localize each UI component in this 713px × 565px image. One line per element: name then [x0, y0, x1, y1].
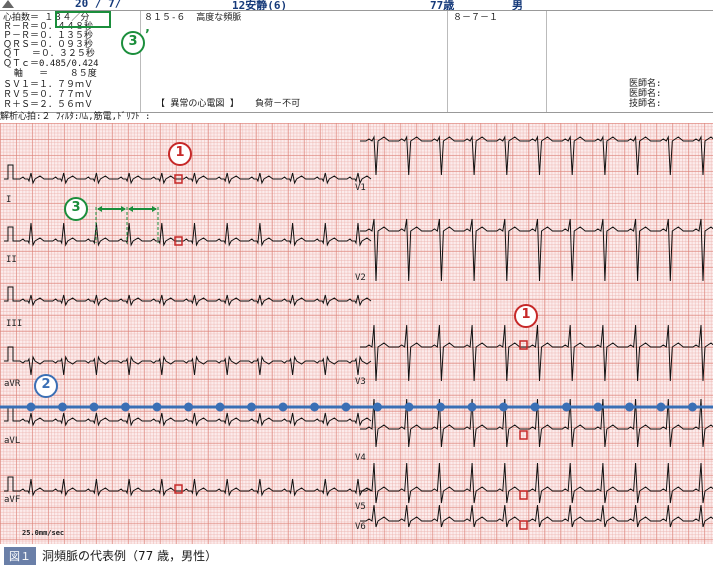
rhythm-guide-dot	[436, 402, 445, 412]
ecg-lead-III	[16, 294, 372, 307]
p-wave-marker	[519, 340, 528, 350]
ecg-lead-V6	[360, 504, 713, 528]
code-text: ８－７－１	[453, 13, 499, 23]
lead-label-V5: V5	[355, 502, 366, 512]
lead-label-III: III	[6, 319, 23, 329]
rhythm-guide-dot	[26, 402, 36, 412]
figure-caption: 図１ 洞頻脈の代表例（77 歳，男性）	[0, 545, 713, 565]
annotation-three: 3	[64, 197, 88, 221]
signature-line: 技師名:	[629, 99, 662, 109]
arrow-head	[97, 206, 102, 212]
rhythm-guide-dot	[499, 402, 508, 412]
p-wave-marker	[519, 520, 528, 530]
code-column: ８－７－１	[448, 11, 547, 112]
rhythm-guide-dot	[310, 402, 319, 412]
calibration-pulse	[4, 476, 16, 492]
measurement-line: Ｒ＋Ｓ＝２．５６ｍＶ	[3, 100, 94, 110]
ecg-lead-V5	[360, 462, 713, 504]
lead-label-I: I	[6, 195, 12, 205]
rhythm-guide-dot	[404, 402, 414, 412]
calibration-pulse	[4, 226, 16, 242]
calibration-pulse	[4, 346, 16, 362]
lead-label-V6: V6	[355, 522, 366, 532]
ecg-grid: I II III aVR aVL aVF V1 V2 V3 V4 V5 V6 2…	[0, 123, 713, 544]
lead-label-II: II	[6, 255, 17, 265]
findings-column: ８１５-６ 高度な頻脈 【 異常の心電図 】 負荷－不可	[141, 11, 448, 112]
rhythm-guide-dot	[89, 402, 99, 412]
lead-label-V2: V2	[355, 273, 366, 283]
ecg-lead-aVL	[16, 412, 372, 427]
signature-column: 医師名: 医師名: 技師名:	[547, 11, 712, 112]
rhythm-guide-dot	[215, 402, 225, 412]
lead-label-aVF: aVF	[4, 495, 21, 505]
lead-label-V4: V4	[355, 453, 366, 463]
arrow-head	[152, 206, 157, 212]
p-wave-marker	[519, 430, 528, 440]
annotation-two: 2	[34, 374, 58, 398]
prime-mark: ’	[145, 28, 150, 43]
rhythm-guide-dot	[530, 402, 540, 412]
rhythm-guide-dot	[121, 402, 130, 412]
arrow-head	[128, 206, 133, 212]
ecg-lead-I	[16, 172, 372, 185]
rhythm-guide-dot	[341, 402, 351, 412]
ecg-lead-aVR	[16, 355, 372, 376]
rhythm-guide-dot	[278, 402, 288, 412]
info-bar: 解析心拍:２ ﾌｨﾙﾀ:ﾊﾑ,筋電,ﾄﾞﾘﾌﾄ :	[0, 112, 151, 122]
annotation-one: 1	[168, 142, 192, 166]
lead-label-aVL: aVL	[4, 436, 21, 446]
heart-rate-highlight	[55, 11, 111, 28]
annotation-three-prime: 3	[121, 31, 145, 55]
rhythm-guide-dot	[152, 402, 162, 412]
triangle-icon	[2, 0, 14, 8]
rhythm-guide-dot	[247, 402, 256, 412]
ecg-lead-V1	[360, 135, 713, 176]
lead-label-V3: V3	[355, 377, 366, 387]
report-header: 20 / 7/ 12安静(6) 77歳 男	[0, 0, 713, 12]
lead-label-V1: V1	[355, 183, 366, 193]
rhythm-guide-dot	[656, 402, 666, 412]
ecg-lead-V2	[360, 218, 713, 282]
rhythm-guide-dot	[562, 402, 571, 412]
figure-badge: 図１	[4, 547, 36, 565]
calibration-pulse	[4, 164, 16, 180]
rhythm-guide-dot	[625, 402, 634, 412]
lead-label-aVR: aVR	[4, 379, 21, 389]
ecg-lead-aVF	[16, 478, 372, 497]
calibration-pulse	[4, 286, 16, 302]
ecg-lead-V3	[360, 324, 713, 382]
paper-speed: 25.0mm/sec	[22, 529, 65, 537]
rhythm-guide-dot	[688, 402, 697, 412]
findings-text: ８１５-６ 高度な頻脈	[144, 13, 242, 23]
ecg-lead-II	[16, 222, 372, 247]
rhythm-guide-dot	[58, 402, 67, 412]
annotation-one: 1	[514, 304, 538, 328]
rhythm-guide-dot	[184, 402, 193, 412]
calibration-pulse	[4, 406, 16, 422]
p-wave-marker	[174, 484, 183, 494]
caption-text: 洞頻脈の代表例（77 歳，男性）	[42, 549, 218, 563]
rhythm-guide-dot	[373, 402, 382, 412]
p-wave-marker	[519, 490, 528, 500]
header-date: 20 / 7/	[75, 0, 122, 10]
abnormal-text: 【 異常の心電図 】 負荷－不可	[156, 99, 301, 109]
measurement-line: 軸 ＝ ８５度	[3, 69, 97, 79]
rhythm-guide-dot	[593, 402, 603, 412]
arrow-head	[121, 206, 126, 212]
rhythm-guide-dot	[467, 402, 477, 412]
